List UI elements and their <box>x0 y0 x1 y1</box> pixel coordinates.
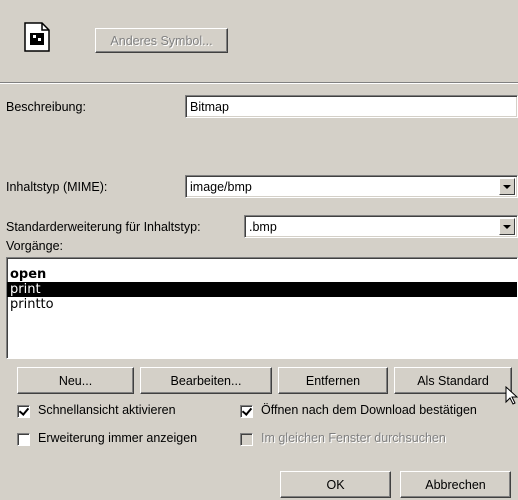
confirm-open-checkbox[interactable] <box>240 405 253 418</box>
extension-label: Standarderweiterung für Inhaltstyp: <box>6 220 201 234</box>
mime-dropdown[interactable]: image/bmp <box>185 175 518 198</box>
document-icon <box>24 22 50 52</box>
change-icon-button[interactable]: Anderes Symbol... <box>95 28 228 53</box>
cancel-button[interactable]: Abbrechen <box>400 471 511 498</box>
mime-label: Inhaltstyp (MIME): <box>6 180 108 194</box>
confirm-open-label[interactable]: Öffnen nach dem Download bestätigen <box>261 403 477 417</box>
remove-button[interactable]: Entfernen <box>278 367 388 394</box>
quickview-checkbox[interactable] <box>17 405 30 418</box>
chevron-down-icon[interactable] <box>499 218 515 235</box>
ok-button[interactable]: OK <box>280 471 391 498</box>
extension-dropdown[interactable]: .bmp <box>244 215 518 238</box>
quickview-label[interactable]: Schnellansicht aktivieren <box>38 403 176 417</box>
always-show-ext-label[interactable]: Erweiterung immer anzeigen <box>38 431 197 445</box>
description-field[interactable]: Bitmap <box>185 95 518 118</box>
list-item[interactable]: print <box>7 282 517 297</box>
list-item[interactable]: open <box>7 267 517 282</box>
new-button[interactable]: Neu... <box>17 367 134 394</box>
cursor-icon <box>505 385 518 406</box>
description-label: Beschreibung: <box>6 100 86 114</box>
edit-button[interactable]: Bearbeiten... <box>140 367 272 394</box>
chevron-down-icon[interactable] <box>499 178 515 195</box>
same-window-checkbox[interactable] <box>240 433 253 446</box>
list-item[interactable]: printto <box>7 297 517 312</box>
set-default-button[interactable]: Als Standard <box>394 367 512 394</box>
same-window-label[interactable]: Im gleichen Fenster durchsuchen <box>261 431 446 445</box>
always-show-ext-checkbox[interactable] <box>17 433 30 446</box>
actions-label: Vorgänge: <box>6 239 63 253</box>
actions-list[interactable]: open print printto <box>6 257 518 359</box>
